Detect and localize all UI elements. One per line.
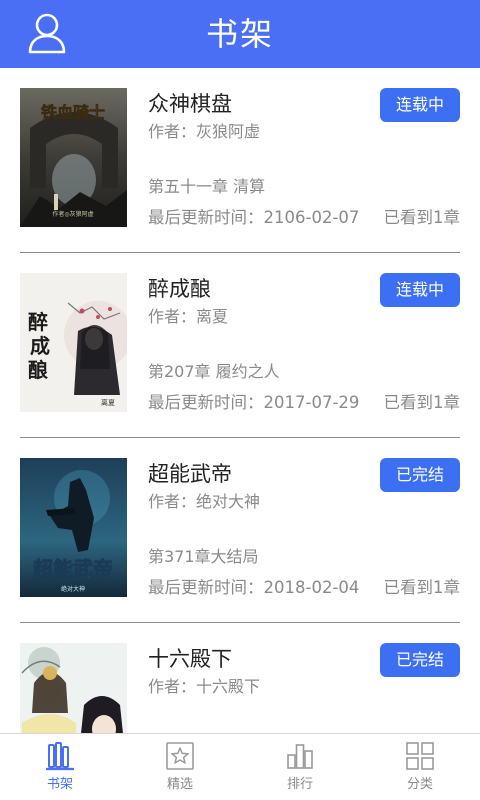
last-updated: 最后更新时间：2106-02-07: [148, 208, 360, 227]
book-cover[interactable]: [20, 643, 127, 733]
book-title[interactable]: 超能武帝: [148, 460, 232, 488]
cover-title-text: 铁血骑士: [41, 103, 105, 122]
star-icon: [165, 741, 195, 771]
book-item[interactable]: 醉 成 酿 离夏 醉成酿 作者：离夏 第207章 履约之人 最后更新时间：201…: [0, 253, 480, 438]
bottom-nav: 书架 精选 排行 分类: [0, 733, 480, 800]
nav-label: 分类: [406, 777, 433, 792]
cover-title-text: 成: [30, 334, 50, 358]
book-author: 作者：离夏: [148, 307, 229, 326]
cover-title-text: 醉: [28, 310, 48, 334]
category-grid-icon: [405, 741, 435, 771]
read-progress: 已看到1章: [383, 393, 461, 412]
book-title[interactable]: 众神棋盘: [148, 90, 232, 118]
book-item[interactable]: 铁血骑士 作者◎灰狼阿虚 众神棋盘 作者：灰狼阿虚 第五十一章 清算 最后更新时…: [0, 68, 480, 253]
status-badge[interactable]: 已完结: [380, 643, 460, 677]
page-title: 书架: [205, 15, 274, 53]
book-cover[interactable]: 铁血骑士 作者◎灰狼阿虚: [20, 88, 127, 227]
nav-label: 排行: [286, 777, 313, 792]
cover-author-text: 作者◎灰狼阿虚: [52, 210, 93, 218]
book-title[interactable]: 十六殿下: [148, 645, 232, 673]
read-progress: 已看到1章: [383, 578, 461, 597]
nav-tab-featured[interactable]: 精选: [120, 734, 240, 800]
book-title[interactable]: 醉成酿: [148, 275, 211, 303]
nav-tab-bookshelf[interactable]: 书架: [0, 734, 120, 800]
book-author: 作者：绝对大神: [148, 492, 261, 511]
app-header: 书架: [0, 0, 480, 68]
nav-tab-category[interactable]: 分类: [360, 734, 480, 800]
cover-title-text: 酿: [28, 358, 48, 382]
book-author: 作者：十六殿下: [148, 677, 261, 696]
book-author: 作者：灰狼阿虚: [148, 122, 261, 141]
read-progress: 已看到1章: [383, 208, 461, 227]
cover-author-text: 离夏: [101, 398, 115, 407]
book-item[interactable]: 十六殿下 作者：十六殿下 已完结: [0, 623, 480, 733]
status-badge[interactable]: 连载中: [380, 273, 460, 307]
ranking-icon: [285, 741, 315, 771]
book-cover[interactable]: 醉 成 酿 离夏: [20, 273, 127, 412]
nav-label: 精选: [166, 777, 193, 792]
latest-chapter: 第371章大结局: [148, 547, 259, 566]
nav-label: 书架: [46, 777, 73, 792]
cover-author-text: 绝对大神: [61, 585, 85, 593]
nav-tab-ranking[interactable]: 排行: [240, 734, 360, 800]
bookshelf-icon: [45, 741, 75, 771]
cover-title-text: 超能武帝: [32, 557, 113, 581]
latest-chapter: 第207章 履约之人: [148, 362, 280, 381]
status-badge[interactable]: 已完结: [380, 458, 460, 492]
book-cover[interactable]: 超能武帝 绝对大神: [20, 458, 127, 597]
bookshelf-screen: 书架 铁血骑士 作者◎灰狼阿虚 众神棋盘 作者：灰狼阿虚 第五十一章 清算 最后…: [0, 0, 480, 800]
last-updated: 最后更新时间：2018-02-04: [148, 578, 360, 597]
latest-chapter: 第五十一章 清算: [148, 177, 266, 196]
book-list: 铁血骑士 作者◎灰狼阿虚 众神棋盘 作者：灰狼阿虚 第五十一章 清算 最后更新时…: [0, 68, 480, 733]
status-badge[interactable]: 连载中: [380, 88, 460, 122]
last-updated: 最后更新时间：2017-07-29: [148, 393, 360, 412]
book-item[interactable]: 超能武帝 绝对大神 超能武帝 作者：绝对大神 第371章大结局 最后更新时间：2…: [0, 438, 480, 623]
